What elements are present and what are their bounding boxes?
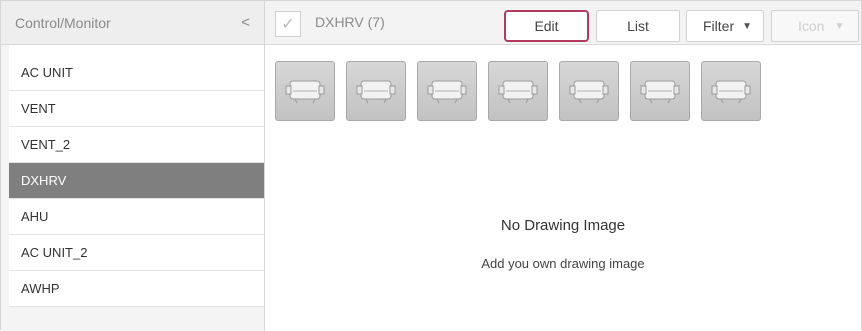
list-item-dxhrv[interactable]: DXHRV [9,163,264,199]
dxhrv-unit-icon [356,80,396,104]
left-panel: Control/Monitor < AC UNIT VENT VENT_2 DX… [1,1,265,331]
list-item-label: AHU [21,209,49,224]
dxhrv-unit-icon [711,80,751,104]
app-window: Control/Monitor < AC UNIT VENT VENT_2 DX… [0,0,862,331]
device-tile[interactable] [488,61,548,121]
group-title: DXHRV (7) [315,14,385,30]
dxhrv-unit-icon [427,80,467,104]
edit-button[interactable]: Edit [504,10,589,42]
chevron-down-icon: ▼ [834,20,845,32]
list-item-label: DXHRV [21,173,67,188]
list-item-label: AC UNIT [21,65,73,80]
chevron-down-icon: ▼ [742,20,753,32]
left-panel-header: Control/Monitor < [1,1,264,45]
list-button-label: List [627,18,649,34]
empty-state-title: No Drawing Image [500,217,626,234]
main-panel: ✓ DXHRV (7) Edit List Filter ▼ Icon ▼ No… [265,1,861,331]
icon-view-dropdown[interactable]: Icon ▼ [771,10,859,42]
icon-view-label: Icon [798,18,825,34]
check-icon: ✓ [281,16,295,33]
device-tile[interactable] [559,61,619,121]
device-tile[interactable] [630,61,690,121]
collapse-panel-button[interactable]: < [241,14,250,31]
list-item-label: VENT_2 [21,137,71,152]
list-item-label: AC UNIT_2 [21,245,88,260]
device-tile[interactable] [346,61,406,121]
list-button[interactable]: List [596,10,680,42]
dxhrv-unit-icon [569,80,609,104]
filter-dropdown[interactable]: Filter ▼ [686,10,764,42]
list-item-label: AWHP [21,281,60,296]
list-item-ac-unit[interactable]: AC UNIT [9,55,264,91]
device-icon-row [275,61,761,121]
filter-label: Filter [703,18,735,34]
list-spacer [9,45,264,55]
empty-state-subtitle: Add you own drawing image [481,256,645,271]
device-tile[interactable] [417,61,477,121]
list-item-vent-2[interactable]: VENT_2 [9,127,264,163]
device-tile[interactable] [275,61,335,121]
list-item-awhp[interactable]: AWHP [9,271,264,307]
toolbar: ✓ DXHRV (7) Edit List Filter ▼ Icon ▼ [265,1,861,45]
dxhrv-unit-icon [640,80,680,104]
dxhrv-unit-icon [285,80,325,104]
device-group-list: AC UNIT VENT VENT_2 DXHRV AHU AC UNIT_2 … [9,55,264,307]
panel-title: Control/Monitor [15,14,111,31]
device-tile[interactable] [701,61,761,121]
list-item-ahu[interactable]: AHU [9,199,264,235]
list-item-ac-unit-2[interactable]: AC UNIT_2 [9,235,264,271]
edit-button-label: Edit [534,18,559,34]
select-all-checkbox[interactable]: ✓ [275,11,301,37]
list-item-label: VENT [21,101,56,116]
list-item-vent[interactable]: VENT [9,91,264,127]
dxhrv-unit-icon [498,80,538,104]
